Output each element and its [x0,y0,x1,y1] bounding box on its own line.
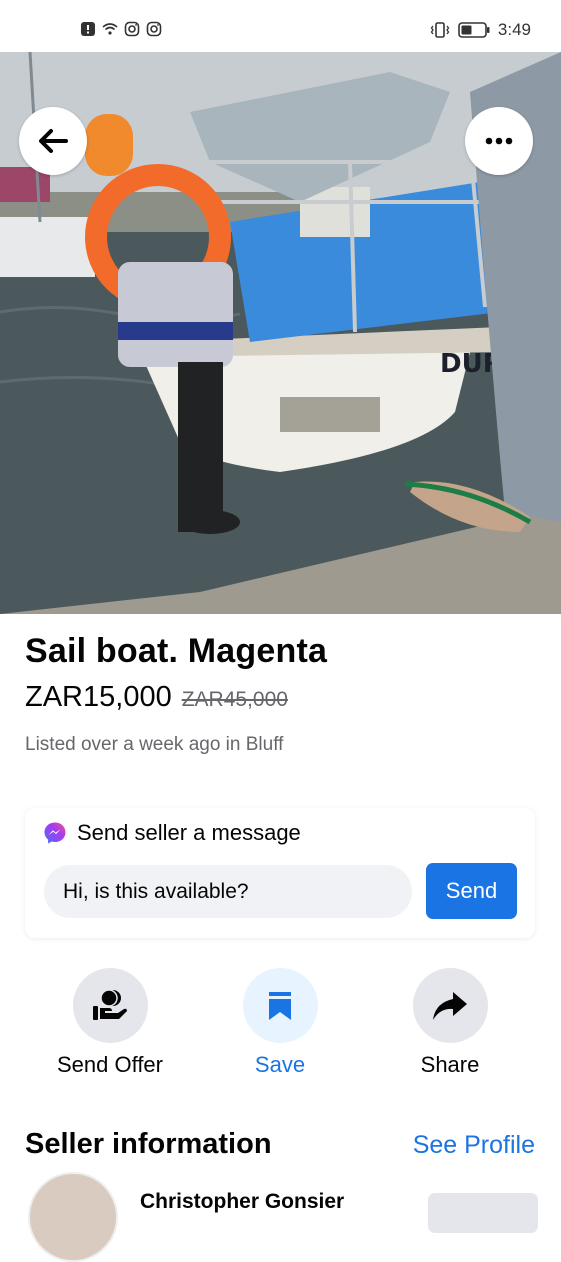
follow-button[interactable] [428,1193,538,1233]
instagram-icon [124,21,140,37]
clock: 3:49 [497,20,531,39]
alert-icon [81,22,95,36]
vibrate-icon [430,22,450,38]
status-icons-left [80,21,162,37]
save-button[interactable] [242,968,318,1043]
message-input[interactable]: Hi, is this available? [44,865,412,918]
bookmark-icon [269,991,291,1020]
back-arrow-icon [39,129,68,153]
share-icon [433,991,467,1020]
send-offer-button[interactable] [72,968,148,1043]
seller-info-heading: Seller information [25,1128,272,1160]
message-card-header: Send seller a message [43,820,301,846]
message-card-heading: Send seller a message [77,820,301,845]
status-icons-right: 3:49 [430,20,531,40]
see-profile-link[interactable]: See Profile [413,1131,535,1160]
seller-name[interactable]: Christopher Gonsier [140,1190,344,1214]
listing-photo[interactable]: DUR [0,52,561,614]
save-label: Save [254,1052,306,1077]
price-row: ZAR15,000 ZAR45,000 [25,681,288,714]
more-icon [485,137,513,145]
save-action[interactable]: Save [210,968,350,1078]
status-bar: 3:49 [0,0,561,52]
listed-info: Listed over a week ago in Bluff [25,734,284,755]
instagram-icon [146,21,162,37]
wifi-icon [102,23,118,35]
original-price: ZAR45,000 [181,688,288,711]
share-action[interactable]: Share [380,968,520,1078]
listing-title: Sail boat. Magenta [25,632,328,670]
send-offer-label: Send Offer [57,1052,163,1077]
back-button[interactable] [19,107,87,175]
share-label: Share [420,1052,480,1077]
listing-price: ZAR15,000 [25,681,172,713]
send-button[interactable]: Send [426,863,517,919]
messenger-icon [44,822,66,844]
seller-avatar[interactable] [28,1172,118,1262]
message-input-value[interactable]: Hi, is this available? [63,880,249,904]
message-seller-card: Send seller a message Hi, is this availa… [25,808,535,938]
send-offer-action[interactable]: Send Offer [40,968,180,1078]
more-options-button[interactable] [465,107,533,175]
battery-icon [458,22,490,38]
share-button[interactable] [412,968,488,1043]
offer-icon [93,988,127,1020]
